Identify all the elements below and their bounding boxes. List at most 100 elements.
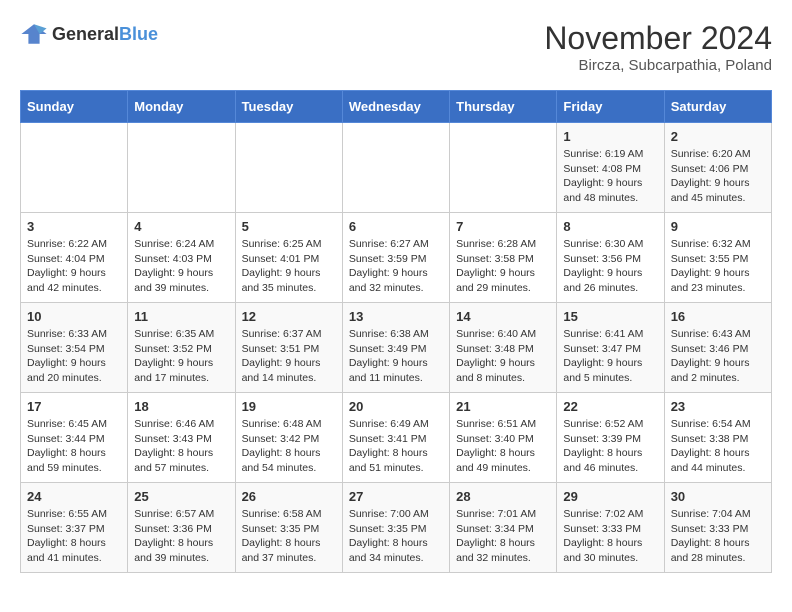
calendar-cell: 18Sunrise: 6:46 AMSunset: 3:43 PMDayligh… <box>128 393 235 483</box>
day-number: 10 <box>27 309 121 324</box>
day-info-text: Sunrise: 6:45 AMSunset: 3:44 PMDaylight:… <box>27 417 121 476</box>
day-info-text: Sunrise: 6:27 AMSunset: 3:59 PMDaylight:… <box>349 237 443 296</box>
calendar-cell: 8 Sunrise: 6:30 AMSunset: 3:56 PMDaylight… <box>557 213 664 303</box>
calendar-cell: 21 Sunrise: 6:51 AMSunset: 3:40 PMDayligh… <box>450 393 557 483</box>
calendar-cell: 10 Sunrise: 6:33 AMSunset: 3:54 PMDayligh… <box>21 303 128 393</box>
calendar-cell: 1 Sunrise: 6:19 AMSunset: 4:08 PMDaylight… <box>557 123 664 213</box>
calendar-cell <box>235 123 342 213</box>
day-number: 9 <box>671 219 765 234</box>
day-info-text: Sunrise: 6:22 AMSunset: 4:04 PMDaylight:… <box>27 237 121 296</box>
day-number: 1 <box>563 129 657 144</box>
calendar-body: 1 Sunrise: 6:19 AMSunset: 4:08 PMDaylight… <box>21 123 772 573</box>
day-info-text: Sunrise: 6:19 AMSunset: 4:08 PMDaylight:… <box>563 147 657 206</box>
day-info-text: Sunrise: 7:00 AMSunset: 3:35 PMDaylight:… <box>349 507 443 566</box>
day-number: 5 <box>242 219 336 234</box>
day-number: 20 <box>349 399 443 414</box>
location-subtitle: Bircza, Subcarpathia, Poland <box>544 57 772 74</box>
calendar-cell: 14Sunrise: 6:40 AMSunset: 3:48 PMDayligh… <box>450 303 557 393</box>
day-header-friday: Friday <box>557 91 664 123</box>
logo-blue-text: Blue <box>119 24 158 44</box>
day-header-saturday: Saturday <box>664 91 771 123</box>
calendar-table: SundayMondayTuesdayWednesdayThursdayFrid… <box>20 90 772 573</box>
day-number: 17 <box>27 399 121 414</box>
day-info-text: Sunrise: 6:57 AMSunset: 3:36 PMDaylight:… <box>134 507 228 566</box>
day-number: 27 <box>349 489 443 504</box>
day-info-text: Sunrise: 6:49 AMSunset: 3:41 PMDaylight:… <box>349 417 443 476</box>
calendar-cell: 4Sunrise: 6:24 AMSunset: 4:03 PMDaylight… <box>128 213 235 303</box>
day-number: 30 <box>671 489 765 504</box>
day-info-text: Sunrise: 6:33 AMSunset: 3:54 PMDaylight:… <box>27 327 121 386</box>
calendar-cell: 2Sunrise: 6:20 AMSunset: 4:06 PMDaylight… <box>664 123 771 213</box>
logo-bird-icon <box>20 20 48 48</box>
day-header-tuesday: Tuesday <box>235 91 342 123</box>
calendar-week-4: 17 Sunrise: 6:45 AMSunset: 3:44 PMDayligh… <box>21 393 772 483</box>
day-info-text: Sunrise: 6:24 AMSunset: 4:03 PMDaylight:… <box>134 237 228 296</box>
day-header-monday: Monday <box>128 91 235 123</box>
day-info-text: Sunrise: 6:37 AMSunset: 3:51 PMDaylight:… <box>242 327 336 386</box>
calendar-cell: 24Sunrise: 6:55 AMSunset: 3:37 PMDayligh… <box>21 483 128 573</box>
calendar-cell: 30 Sunrise: 7:04 AMSunset: 3:33 PMDayligh… <box>664 483 771 573</box>
day-info-text: Sunrise: 6:51 AMSunset: 3:40 PMDaylight:… <box>456 417 550 476</box>
day-number: 12 <box>242 309 336 324</box>
calendar-cell: 3 Sunrise: 6:22 AMSunset: 4:04 PMDaylight… <box>21 213 128 303</box>
day-number: 11 <box>134 309 228 324</box>
day-info-text: Sunrise: 7:02 AMSunset: 3:33 PMDaylight:… <box>563 507 657 566</box>
day-number: 14 <box>456 309 550 324</box>
calendar-cell: 25 Sunrise: 6:57 AMSunset: 3:36 PMDayligh… <box>128 483 235 573</box>
calendar-cell: 23Sunrise: 6:54 AMSunset: 3:38 PMDayligh… <box>664 393 771 483</box>
calendar-cell: 11 Sunrise: 6:35 AMSunset: 3:52 PMDayligh… <box>128 303 235 393</box>
day-info-text: Sunrise: 7:01 AMSunset: 3:34 PMDaylight:… <box>456 507 550 566</box>
calendar-cell: 29 Sunrise: 7:02 AMSunset: 3:33 PMDayligh… <box>557 483 664 573</box>
calendar-cell: 13Sunrise: 6:38 AMSunset: 3:49 PMDayligh… <box>342 303 449 393</box>
calendar-cell: 5Sunrise: 6:25 AMSunset: 4:01 PMDaylight… <box>235 213 342 303</box>
day-info-text: Sunrise: 6:30 AMSunset: 3:56 PMDaylight:… <box>563 237 657 296</box>
day-info-text: Sunrise: 6:55 AMSunset: 3:37 PMDaylight:… <box>27 507 121 566</box>
calendar-week-3: 10 Sunrise: 6:33 AMSunset: 3:54 PMDayligh… <box>21 303 772 393</box>
day-info-text: Sunrise: 6:54 AMSunset: 3:38 PMDaylight:… <box>671 417 765 476</box>
day-info-text: Sunrise: 6:35 AMSunset: 3:52 PMDaylight:… <box>134 327 228 386</box>
calendar-cell: 27 Sunrise: 7:00 AMSunset: 3:35 PMDayligh… <box>342 483 449 573</box>
day-number: 7 <box>456 219 550 234</box>
day-number: 22 <box>563 399 657 414</box>
calendar-cell: 16 Sunrise: 6:43 AMSunset: 3:46 PMDayligh… <box>664 303 771 393</box>
logo: GeneralBlue <box>20 20 158 48</box>
day-number: 25 <box>134 489 228 504</box>
day-info-text: Sunrise: 6:32 AMSunset: 3:55 PMDaylight:… <box>671 237 765 296</box>
day-info-text: Sunrise: 6:58 AMSunset: 3:35 PMDaylight:… <box>242 507 336 566</box>
day-header-thursday: Thursday <box>450 91 557 123</box>
calendar-cell: 28Sunrise: 7:01 AMSunset: 3:34 PMDayligh… <box>450 483 557 573</box>
day-number: 15 <box>563 309 657 324</box>
calendar-week-1: 1 Sunrise: 6:19 AMSunset: 4:08 PMDaylight… <box>21 123 772 213</box>
calendar-cell <box>342 123 449 213</box>
calendar-cell: 9 Sunrise: 6:32 AMSunset: 3:55 PMDaylight… <box>664 213 771 303</box>
calendar-week-2: 3 Sunrise: 6:22 AMSunset: 4:04 PMDaylight… <box>21 213 772 303</box>
header: GeneralBlue November 2024 Bircza, Subcar… <box>20 20 772 74</box>
day-number: 18 <box>134 399 228 414</box>
logo-general-text: General <box>52 24 119 44</box>
calendar-header-row: SundayMondayTuesdayWednesdayThursdayFrid… <box>21 91 772 123</box>
day-number: 3 <box>27 219 121 234</box>
calendar-cell: 6 Sunrise: 6:27 AMSunset: 3:59 PMDaylight… <box>342 213 449 303</box>
day-number: 6 <box>349 219 443 234</box>
calendar-week-5: 24Sunrise: 6:55 AMSunset: 3:37 PMDayligh… <box>21 483 772 573</box>
day-number: 29 <box>563 489 657 504</box>
day-info-text: Sunrise: 6:28 AMSunset: 3:58 PMDaylight:… <box>456 237 550 296</box>
calendar-cell: 20 Sunrise: 6:49 AMSunset: 3:41 PMDayligh… <box>342 393 449 483</box>
day-info-text: Sunrise: 6:52 AMSunset: 3:39 PMDaylight:… <box>563 417 657 476</box>
day-info-text: Sunrise: 6:41 AMSunset: 3:47 PMDaylight:… <box>563 327 657 386</box>
calendar-cell <box>450 123 557 213</box>
day-info-text: Sunrise: 6:43 AMSunset: 3:46 PMDaylight:… <box>671 327 765 386</box>
calendar-cell: 15 Sunrise: 6:41 AMSunset: 3:47 PMDayligh… <box>557 303 664 393</box>
day-info-text: Sunrise: 6:20 AMSunset: 4:06 PMDaylight:… <box>671 147 765 206</box>
calendar-cell: 17 Sunrise: 6:45 AMSunset: 3:44 PMDayligh… <box>21 393 128 483</box>
day-number: 8 <box>563 219 657 234</box>
day-info-text: Sunrise: 6:38 AMSunset: 3:49 PMDaylight:… <box>349 327 443 386</box>
calendar-cell: 22 Sunrise: 6:52 AMSunset: 3:39 PMDayligh… <box>557 393 664 483</box>
calendar-cell <box>21 123 128 213</box>
title-area: November 2024 Bircza, Subcarpathia, Pola… <box>544 20 772 74</box>
day-number: 21 <box>456 399 550 414</box>
calendar-cell <box>128 123 235 213</box>
calendar-cell: 7 Sunrise: 6:28 AMSunset: 3:58 PMDaylight… <box>450 213 557 303</box>
day-info-text: Sunrise: 7:04 AMSunset: 3:33 PMDaylight:… <box>671 507 765 566</box>
day-number: 16 <box>671 309 765 324</box>
